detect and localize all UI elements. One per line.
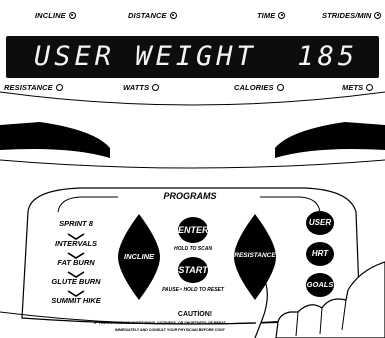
resistance-label: RESISTANCE	[234, 252, 276, 259]
program-sprint-8[interactable]: SPRINT 8	[46, 219, 106, 228]
enter-button[interactable]: ENTER	[178, 217, 209, 243]
enter-label: ENTER	[178, 225, 209, 235]
incline-button[interactable]: INCLINE	[116, 212, 162, 302]
programs-title: PROGRAMS	[163, 191, 217, 201]
caution-line-1: IF YOU EXPERIENCE CHEST PAINS, DIZZINESS…	[94, 321, 226, 325]
incline-label: INCLINE	[124, 252, 154, 261]
start-caption: PAUSE • HOLD TO RESET	[162, 287, 224, 293]
user-button[interactable]: USER	[306, 211, 334, 235]
goals-button[interactable]: GOALS	[306, 273, 334, 297]
caution-title: CAUTION!	[177, 311, 213, 318]
caution-line-2: IMMEDIATELY AND CONSULT YOUR PHYSICIAN B…	[115, 328, 225, 332]
enter-caption: HOLD TO SCAN	[174, 246, 212, 252]
user-label: USER	[308, 218, 332, 227]
program-fat-burn[interactable]: FAT BURN	[46, 258, 106, 267]
resistance-button[interactable]: RESISTANCE	[232, 212, 278, 302]
hrt-button[interactable]: HRT	[306, 242, 334, 266]
start-label: START	[178, 265, 208, 275]
program-summit-hike[interactable]: SUMMIT HIKE	[46, 296, 106, 305]
program-intervals[interactable]: INTERVALS	[46, 239, 106, 248]
goals-label: GOALS	[306, 280, 334, 289]
start-button[interactable]: START	[178, 257, 208, 283]
hrt-label: HRT	[311, 249, 329, 258]
program-glute-burn[interactable]: GLUTE BURN	[46, 277, 106, 286]
